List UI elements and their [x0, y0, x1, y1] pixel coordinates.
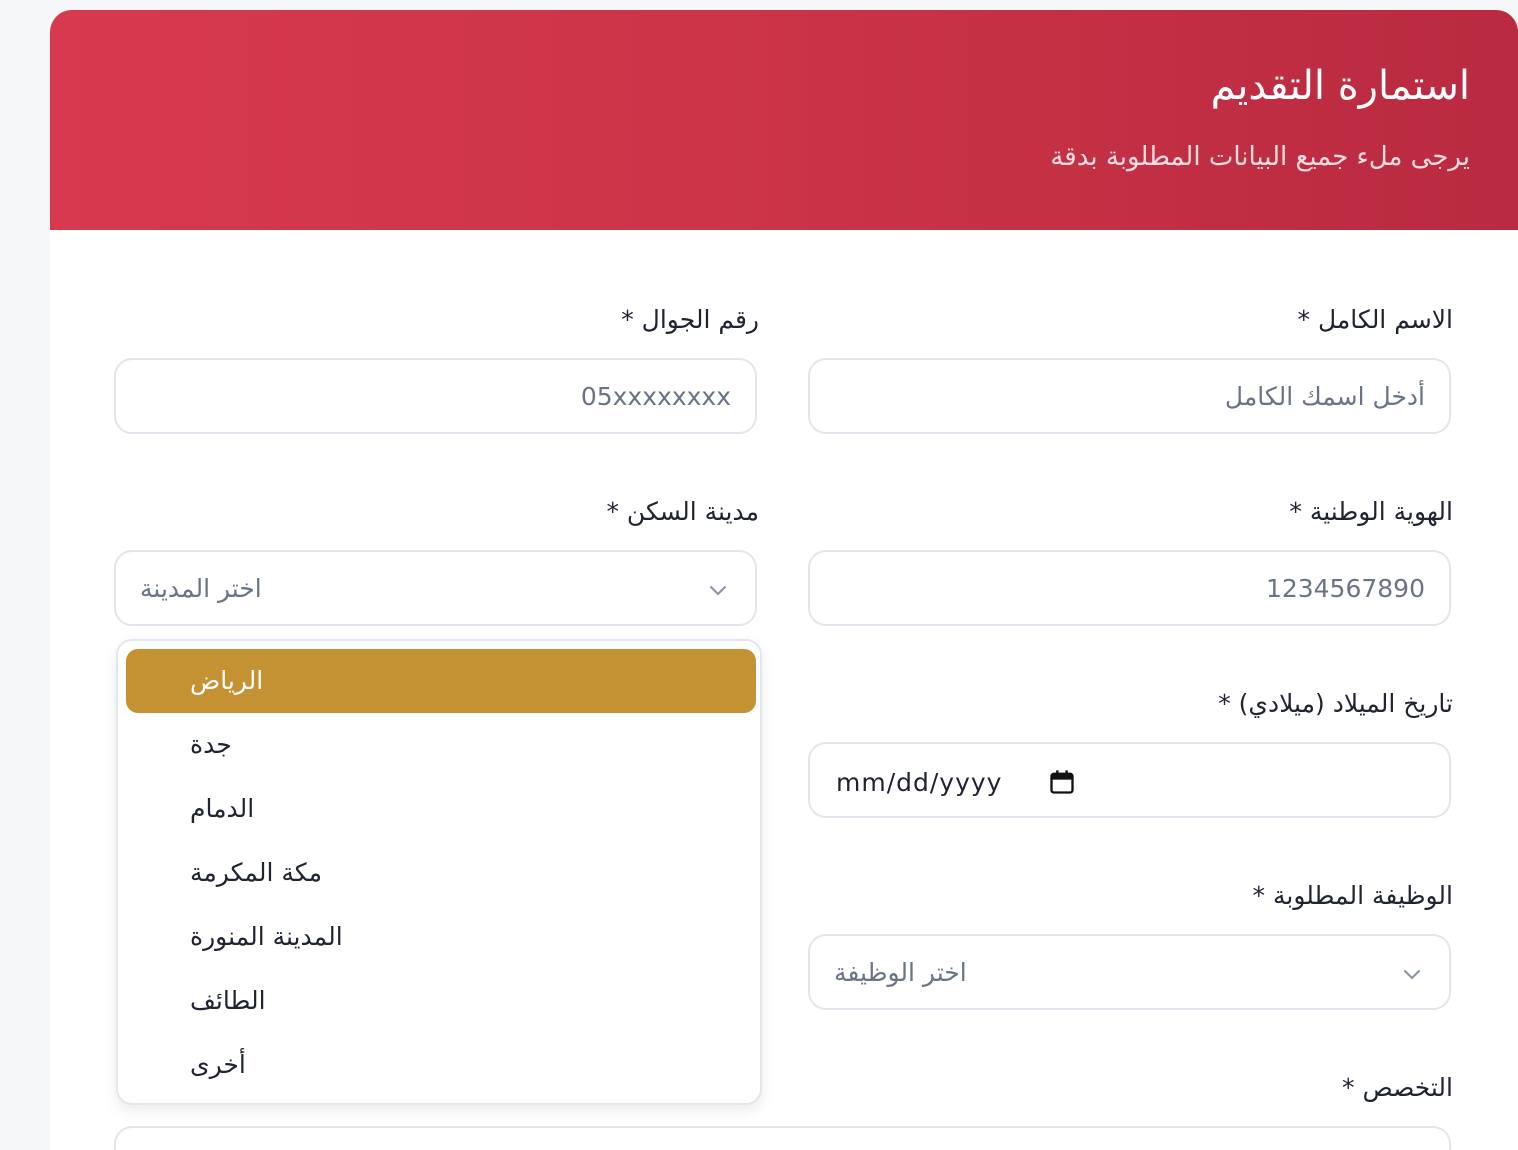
page-subtitle: يرجى ملء جميع البيانات المطلوبة بدقة [1050, 142, 1470, 172]
city-option-label: المدينة المنورة [190, 922, 343, 951]
page-title: استمارة التقديم [1210, 63, 1470, 109]
city-option[interactable]: المدينة المنورة [126, 905, 756, 969]
city-select[interactable]: اختر المدينة [114, 550, 757, 626]
form-header: استمارة التقديم يرجى ملء جميع البيانات ا… [50, 10, 1518, 230]
mobile-label: رقم الجوال * [621, 305, 759, 334]
city-option-label: الطائف [190, 986, 266, 1015]
mobile-field[interactable]: 05xxxxxxxx [114, 358, 757, 434]
national-id-label: الهوية الوطنية * [1289, 497, 1453, 526]
city-option-label: الرياض [190, 666, 264, 695]
national-id-field[interactable]: 1234567890 [808, 550, 1451, 626]
birth-date-label: تاريخ الميلاد (ميلادي) * [1218, 689, 1453, 718]
full-name-label: الاسم الكامل * [1297, 305, 1454, 334]
calendar-icon[interactable] [1048, 768, 1076, 796]
application-form-card: استمارة التقديم يرجى ملء جميع البيانات ا… [50, 10, 1518, 1150]
city-option-label: جدة [190, 730, 232, 759]
national-id-placeholder: 1234567890 [1265, 574, 1425, 603]
mobile-placeholder: 05xxxxxxxx [580, 382, 731, 411]
city-label: مدينة السكن * [606, 497, 759, 526]
specialization-label: التخصص * [1342, 1073, 1453, 1102]
city-option[interactable]: الطائف [126, 969, 756, 1033]
city-option-label: مكة المكرمة [190, 858, 322, 887]
job-placeholder: اختر الوظيفة [834, 958, 967, 987]
chevron-down-icon [710, 586, 726, 595]
birth-date-field[interactable]: mm/dd/yyyy [808, 742, 1451, 818]
city-placeholder: اختر المدينة [140, 574, 262, 603]
job-select[interactable]: اختر الوظيفة [808, 934, 1451, 1010]
city-option-label: الدمام [190, 794, 255, 823]
full-name-field[interactable]: أدخل اسمك الكامل [808, 358, 1451, 434]
job-label: الوظيفة المطلوبة * [1252, 881, 1453, 910]
city-option[interactable]: جدة [126, 713, 756, 777]
city-option-selected[interactable]: الرياض [126, 649, 756, 713]
city-option[interactable]: مكة المكرمة [126, 841, 756, 905]
city-dropdown-menu: الرياض جدة الدمام مكة المكرمة المدينة ال… [116, 639, 762, 1105]
chevron-down-icon [1404, 970, 1420, 979]
city-option-label: أخرى [190, 1050, 246, 1079]
birth-date-value: mm/dd/yyyy [836, 768, 1003, 797]
city-option[interactable]: الدمام [126, 777, 756, 841]
city-option[interactable]: أخرى [126, 1033, 756, 1097]
full-name-placeholder: أدخل اسمك الكامل [1224, 382, 1425, 411]
